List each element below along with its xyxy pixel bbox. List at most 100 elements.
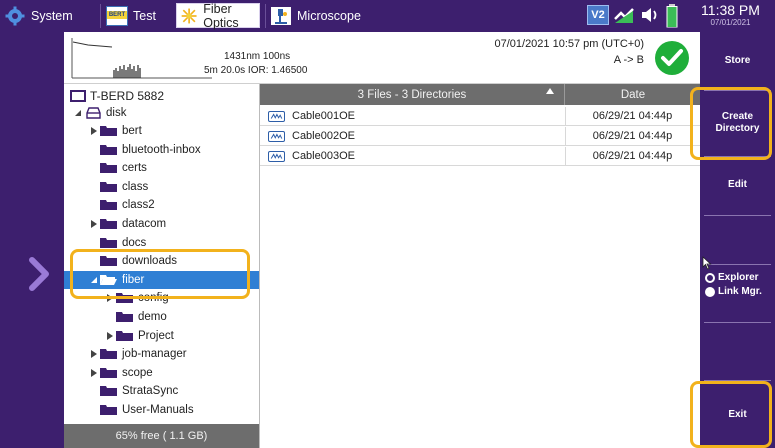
otdr-file-icon (268, 151, 285, 162)
tree-item-job-manager[interactable]: job-manager (64, 345, 259, 363)
caret-collapsed-icon[interactable] (106, 331, 114, 341)
file-list-header: 3 Files - 3 Directories Date (260, 84, 700, 105)
highlight-exit (690, 381, 772, 448)
tab-test[interactable]: BERT Test (106, 3, 168, 28)
file-name: Cable003OE (292, 150, 355, 162)
store-button[interactable]: Store (700, 32, 775, 90)
file-date: 06/29/21 04:44p (565, 107, 699, 126)
tree-root-label: T-BERD 5882 (90, 89, 165, 103)
tree-item-label: job-manager (122, 348, 187, 361)
highlight-downloads-fiber (70, 249, 250, 299)
tree-item-label: Project (138, 329, 174, 342)
device-icon (70, 90, 86, 102)
top-bar: System BERT Test Fiber Optics Microscope… (0, 0, 775, 32)
explorer-radio[interactable]: Explorer (705, 272, 759, 283)
microscope-icon (271, 6, 291, 25)
folder-icon (100, 163, 117, 174)
tree-item-stratasync[interactable]: StrataSync (64, 382, 259, 400)
caret-collapsed-icon[interactable] (90, 219, 98, 229)
file-row[interactable]: Cable002OE 06/29/21 04:44p (260, 127, 700, 146)
otdr-trace-thumbnail (71, 38, 212, 79)
tree-item-demo[interactable]: demo (64, 308, 259, 326)
file-name: Cable001OE (292, 110, 355, 122)
file-row[interactable]: Cable001OE 06/29/21 04:44p (260, 107, 700, 126)
trace-direction: A -> B (613, 54, 644, 66)
speaker-icon[interactable] (639, 5, 661, 25)
tab-fiber-optics[interactable]: Fiber Optics (176, 1, 260, 30)
folder-icon (100, 237, 117, 248)
clock-date: 07/01/2021 (710, 18, 751, 27)
caret-expanded-icon (75, 110, 81, 116)
tree-item-label: docs (122, 236, 147, 249)
highlight-create-directory (690, 87, 772, 160)
folder-icon (100, 181, 117, 192)
folder-icon (100, 219, 117, 229)
sort-ascending-icon[interactable] (545, 87, 555, 95)
link-mgr-radio[interactable]: Link Mgr. (705, 286, 762, 297)
tree-item-user-manuals[interactable]: User-Manuals (64, 401, 259, 419)
clock-time: 11:38 PM (701, 2, 760, 18)
mouse-pointer-icon (702, 256, 712, 270)
folder-icon (116, 312, 133, 322)
tree-item-label: scope (122, 366, 153, 379)
file-date: 06/29/21 04:44p (565, 147, 699, 166)
folder-icon (100, 405, 117, 415)
tree-item-datacom[interactable]: datacom (64, 215, 259, 233)
caret-collapsed-icon[interactable] (90, 368, 98, 378)
tree-item-label: class (122, 180, 149, 193)
folder-icon (100, 200, 117, 211)
softkey-divider (704, 322, 771, 323)
storage-free-space: 65% free ( 1.1 GB) (64, 424, 259, 448)
folder-icon (100, 386, 117, 397)
tab-label: Test (133, 8, 156, 23)
tree-item-scope[interactable]: scope (64, 364, 259, 382)
folder-icon (100, 349, 117, 360)
tree-item-label: class2 (122, 199, 155, 212)
tree-item-project[interactable]: Project (64, 327, 259, 345)
tree-item-label: bert (122, 125, 142, 137)
chevron-right-icon[interactable] (28, 256, 52, 292)
tree-item-label: bluetooth-inbox (122, 143, 201, 156)
otdr-file-icon (268, 131, 285, 142)
trace-wavelength-pulse: 1431nm 100ns (224, 51, 291, 62)
file-name: Cable002OE (292, 130, 355, 142)
column-header-name[interactable]: 3 Files - 3 Directories (260, 84, 565, 105)
link-status-icon (614, 8, 634, 23)
tab-label: Microscope (297, 8, 361, 23)
disk-icon (86, 107, 101, 119)
gear-icon (5, 6, 25, 25)
column-header-date[interactable]: Date (566, 84, 700, 105)
caret-collapsed-icon[interactable] (90, 126, 98, 136)
clock: 11:38 PM 07/01/2021 (686, 2, 775, 27)
tree-item-label: disk (106, 107, 127, 119)
tree-item-class2[interactable]: class2 (64, 196, 259, 214)
folder-icon (100, 144, 117, 155)
file-row[interactable]: Cable003OE 06/29/21 04:44p (260, 147, 700, 166)
caret-collapsed-icon[interactable] (90, 349, 98, 359)
edit-button[interactable]: Edit (700, 157, 775, 212)
tree-item-disk[interactable]: disk (64, 104, 259, 122)
explorer-label: Explorer (718, 272, 759, 283)
trace-info-header: 1431nm 100ns 5m 20.0s IOR: 1.46500 07/01… (64, 32, 700, 84)
tab-label: Fiber Optics (203, 1, 239, 30)
tree-root-device[interactable]: T-BERD 5882 (70, 88, 164, 104)
fiber-star-icon (181, 8, 197, 23)
tree-item-bluetooth-inbox[interactable]: bluetooth-inbox (64, 141, 259, 159)
tree-item-label: certs (122, 162, 147, 175)
softkey-divider (704, 264, 771, 265)
tree-item-class[interactable]: class (64, 178, 259, 196)
tab-system[interactable]: System (4, 3, 96, 28)
tab-divider (265, 4, 266, 28)
tree-item-label: User-Manuals (122, 404, 194, 416)
tree-item-certs[interactable]: certs (64, 159, 259, 177)
v2-status-icon: V2 (587, 5, 609, 25)
folder-icon (116, 330, 133, 341)
battery-icon (666, 4, 678, 28)
otdr-file-icon (268, 111, 285, 122)
folder-icon (100, 367, 117, 378)
tab-label: System (31, 8, 73, 23)
tree-item-bert[interactable]: bert (64, 122, 259, 140)
bert-icon-text: BERT (107, 10, 127, 19)
tab-microscope[interactable]: Microscope (270, 3, 390, 28)
pass-check-icon (655, 41, 689, 75)
